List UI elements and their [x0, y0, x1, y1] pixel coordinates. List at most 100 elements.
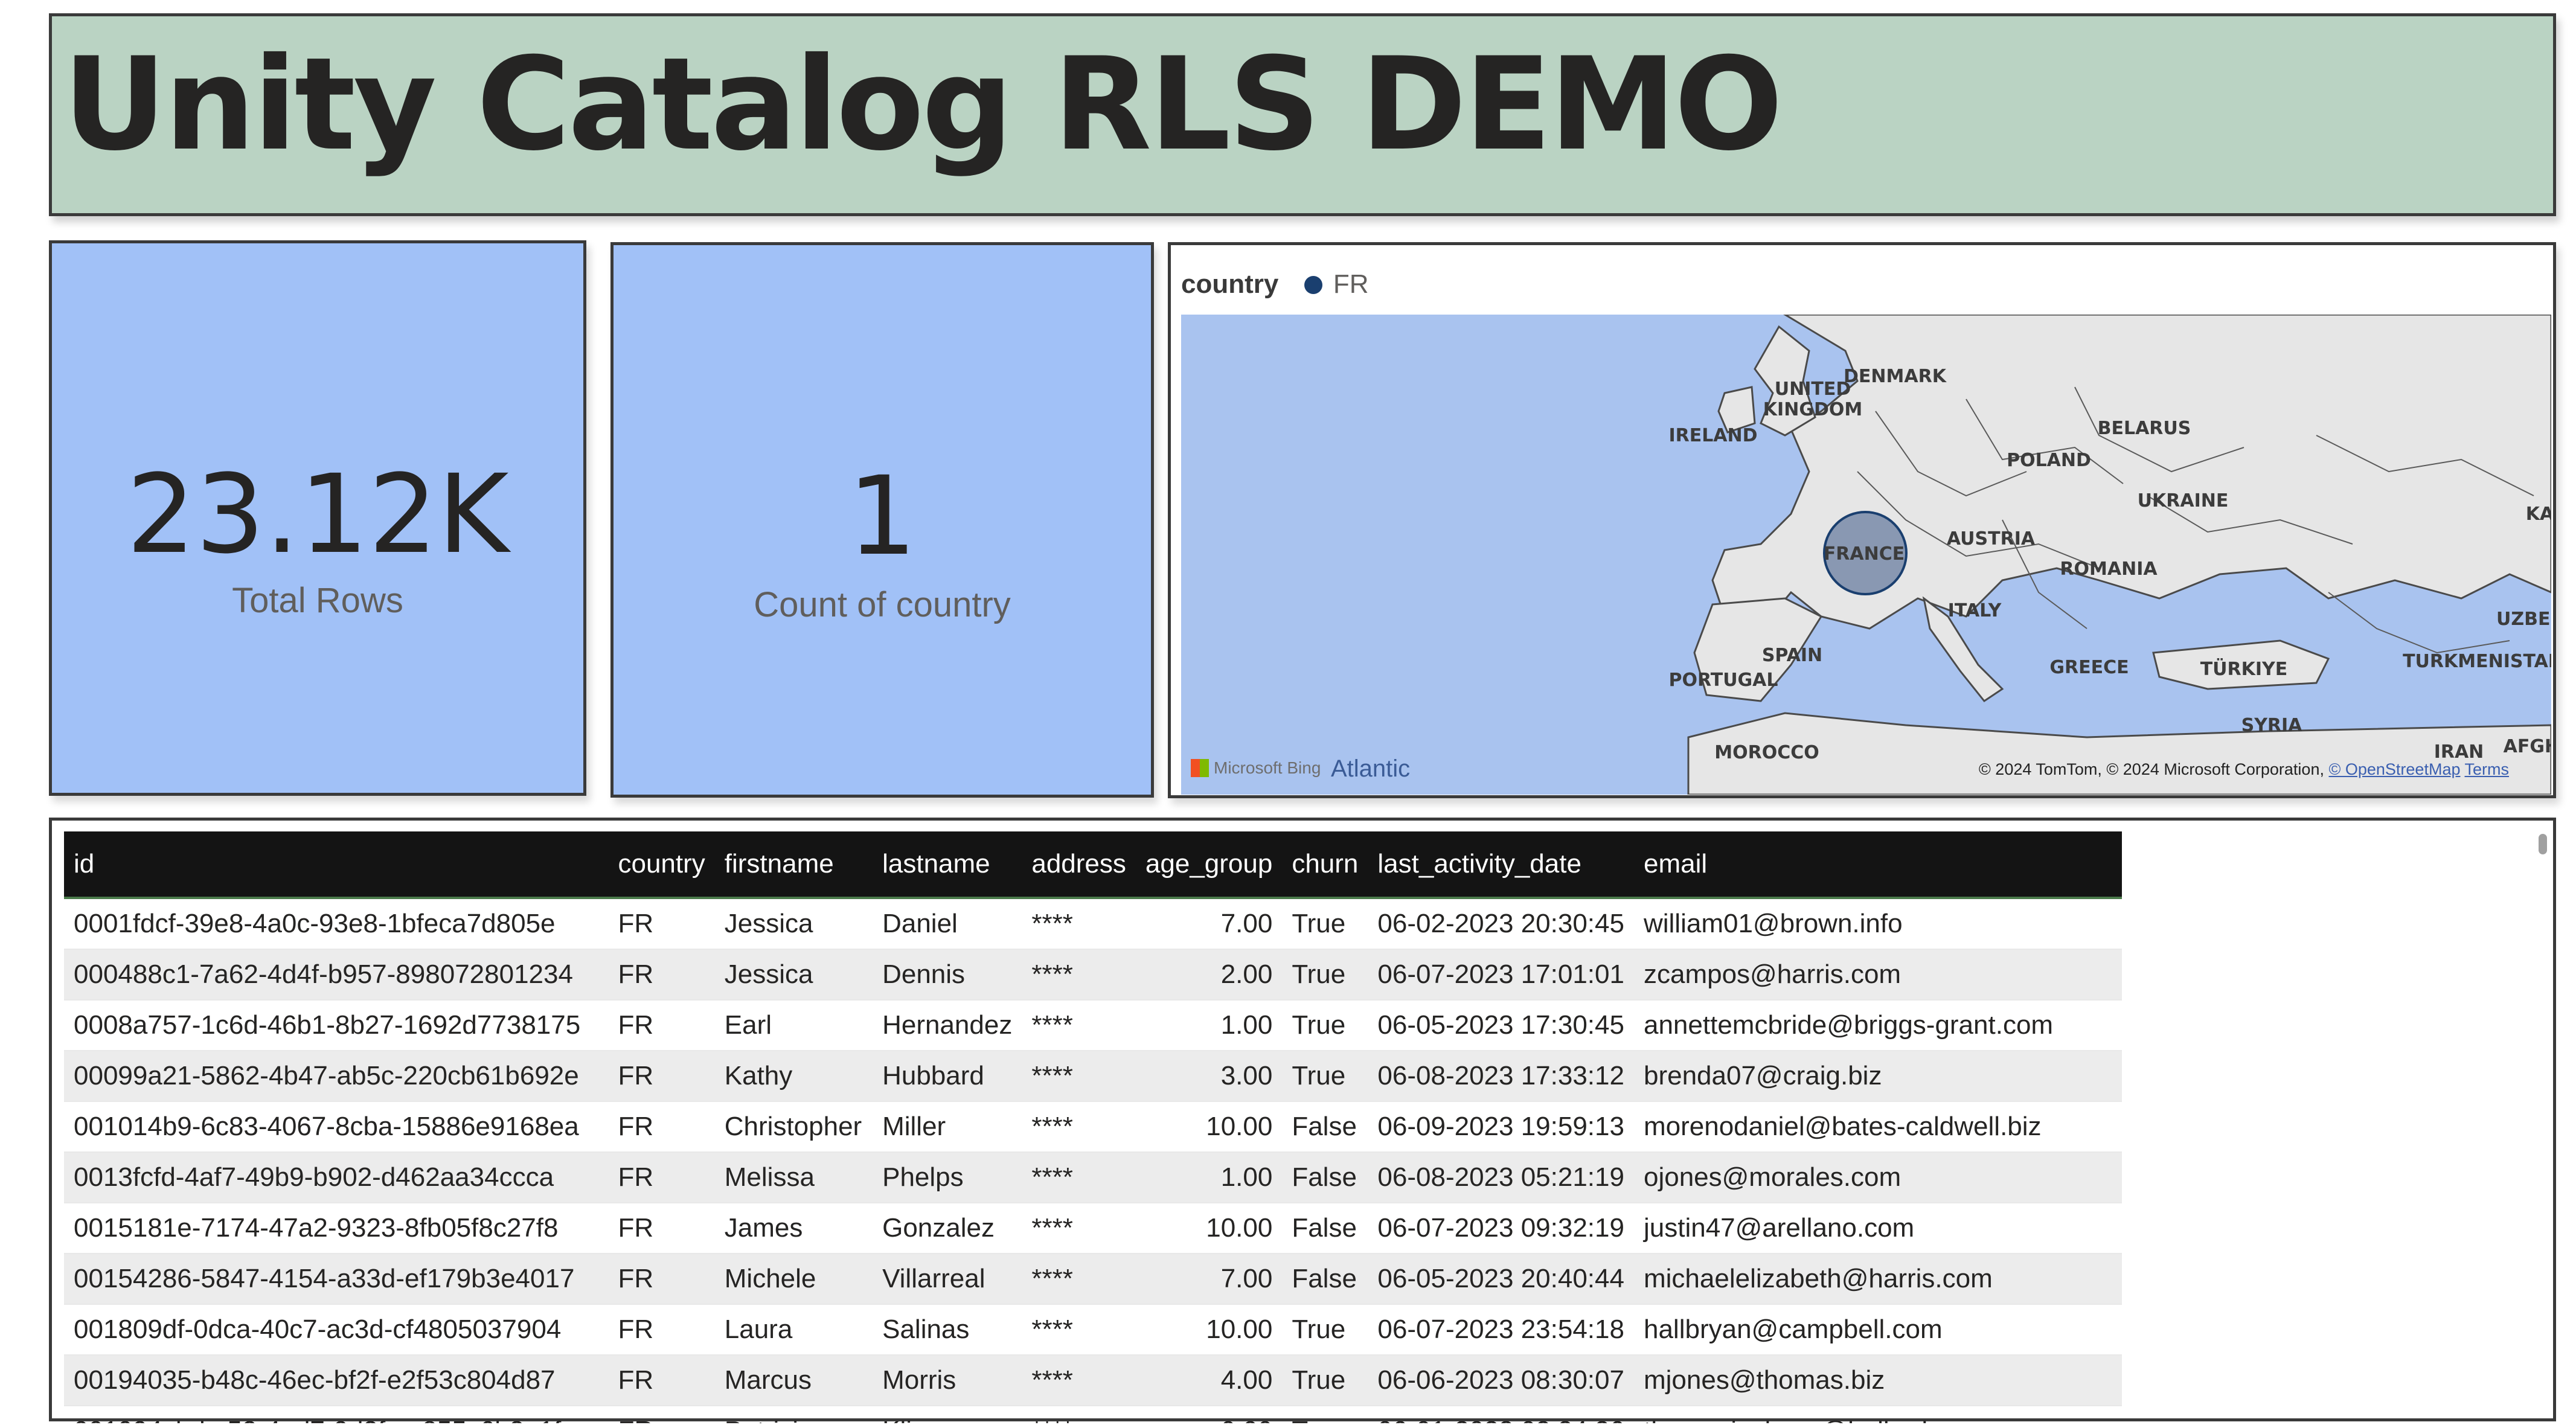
map-legend: country FR [1181, 269, 1368, 299]
table-cell-email: william01@brown.info [1633, 898, 2122, 950]
table-cell-age-group: 3.00 [1135, 1051, 1283, 1102]
table-cell-country: FR [608, 1406, 715, 1423]
table-cell-churn: True [1282, 898, 1368, 950]
table-cell-churn: True [1282, 949, 1368, 1001]
table-cell-email: annettemcbride@briggs-grant.com [1633, 1000, 2122, 1051]
table-cell-lastname: Hubbard [873, 1051, 1022, 1102]
table-row[interactable]: 001809df-0dca-40c7-ac3d-cf4805037904 FR La… [64, 1304, 2122, 1356]
map-svg: FRANCE DENMARK UNITED KINGDOM IRELAND BE… [1668, 315, 2551, 795]
table-cell-age-group: 10.00 [1135, 1203, 1283, 1254]
table-cell-country: FR [608, 1000, 715, 1051]
table-row[interactable]: 000488c1-7a62-4d4f-b957-898072801234 FR Je… [64, 949, 2122, 1001]
table-cell-address: **** [1022, 1152, 1136, 1203]
map-label-greece: GREECE [2049, 657, 2129, 678]
kpi-card-count-of-country[interactable]: 1 Count of country [610, 242, 1154, 798]
table-cell-lastname: Kline [873, 1406, 1022, 1423]
column-header-country[interactable]: country [608, 831, 715, 899]
table-cell-id: 001994cb-bc52-4ad7-9d3f-ec855c6b3a1f [64, 1406, 609, 1423]
header-row: id country firstname lastname address ag… [64, 831, 2122, 899]
table-cell-country: FR [608, 1254, 715, 1305]
attribution-terms-link[interactable]: Terms [2465, 760, 2510, 778]
table-cell-churn: False [1282, 1101, 1368, 1153]
table-row[interactable]: 0001fdcf-39e8-4a0c-93e8-1bfeca7d805e FR Je… [64, 898, 2122, 950]
table-cell-address: **** [1022, 898, 1136, 950]
kpi-label: Total Rows [232, 581, 403, 620]
table-cell-email: michaelelizabeth@harris.com [1633, 1254, 2122, 1305]
table-cell-lastname: Dennis [873, 949, 1022, 1001]
table-cell-id: 0008a757-1c6d-46b1-8b27-1692d7738175 [64, 1000, 609, 1051]
column-header-lastname[interactable]: lastname [873, 831, 1022, 899]
table-cell-firstname: Laura [714, 1304, 873, 1356]
map-canvas[interactable]: FRANCE DENMARK UNITED KINGDOM IRELAND BE… [1181, 315, 2551, 795]
map-label-romania: ROMANIA [2060, 559, 2158, 580]
table-cell-firstname: Christopher [714, 1101, 873, 1153]
table-cell-lastname: Miller [873, 1101, 1022, 1153]
table-cell-address: **** [1022, 1051, 1136, 1102]
table-cell-firstname: Michele [714, 1254, 873, 1305]
table-row[interactable]: 00154286-5847-4154-a33d-ef179b3e4017 FR Mi… [64, 1254, 2122, 1305]
map-label-poland: POLAND [2007, 450, 2091, 471]
column-header-last-activity-date[interactable]: last_activity_date [1368, 831, 1634, 899]
table-cell-id: 00099a21-5862-4b47-ab5c-220cb61b692e [64, 1051, 609, 1102]
column-header-churn[interactable]: churn [1282, 831, 1368, 899]
table-cell-firstname: Jessica [714, 949, 873, 1001]
map-label-turkmenistan: TURKMENISTAN [2403, 651, 2551, 672]
table-cell-id: 0001fdcf-39e8-4a0c-93e8-1bfeca7d805e [64, 898, 609, 950]
table-cell-churn: True [1282, 1406, 1368, 1423]
column-header-age-group[interactable]: age_group [1135, 831, 1283, 899]
map-label-morocco: MOROCCO [1714, 742, 1819, 763]
table-cell-id: 00154286-5847-4154-a33d-ef179b3e4017 [64, 1254, 609, 1305]
table-cell-lastname: Morris [873, 1355, 1022, 1406]
table-cell-lastname: Villarreal [873, 1254, 1022, 1305]
table-cell-email: brenda07@craig.biz [1633, 1051, 2122, 1102]
scrollbar-thumb[interactable] [2539, 834, 2547, 854]
table-body: 0001fdcf-39e8-4a0c-93e8-1bfeca7d805e FR Je… [64, 898, 2122, 1423]
table-cell-last-activity-date: 06-07-2023 09:32:19 [1368, 1203, 1634, 1254]
column-header-address[interactable]: address [1022, 831, 1136, 899]
table-cell-churn: True [1282, 1051, 1368, 1102]
map-visual[interactable]: country FR FRANCE DENMARK UNITED KINGDOM… [1168, 242, 2556, 798]
table-cell-last-activity-date: 06-01-2023 02:34:36 [1368, 1406, 1634, 1423]
legend-item: FR [1333, 269, 1369, 299]
map-label-portugal: PORTUGAL [1668, 670, 1778, 691]
map-label-iran: IRAN [2434, 741, 2484, 763]
table-cell-churn: True [1282, 1355, 1368, 1406]
table-cell-last-activity-date: 06-07-2023 23:54:18 [1368, 1304, 1634, 1356]
table-cell-address: **** [1022, 1254, 1136, 1305]
table-cell-id: 001809df-0dca-40c7-ac3d-cf4805037904 [64, 1304, 609, 1356]
column-header-id[interactable]: id [64, 831, 609, 899]
table-row[interactable]: 001014b9-6c83-4067-8cba-15886e9168ea FR Ch… [64, 1101, 2122, 1153]
table-cell-address: **** [1022, 1304, 1136, 1356]
map-label-austria: AUSTRIA [1947, 528, 2036, 549]
column-header-email[interactable]: email [1633, 831, 2122, 899]
table-row[interactable]: 00099a21-5862-4b47-ab5c-220cb61b692e FR Ka… [64, 1051, 2122, 1102]
column-header-firstname[interactable]: firstname [714, 831, 873, 899]
table-cell-firstname: Melissa [714, 1152, 873, 1203]
table-cell-country: FR [608, 898, 715, 950]
table-cell-churn: False [1282, 1203, 1368, 1254]
table-row[interactable]: 0008a757-1c6d-46b1-8b27-1692d7738175 FR Ea… [64, 1000, 2122, 1051]
table-cell-age-group: 10.00 [1135, 1101, 1283, 1153]
table-cell-address: **** [1022, 1406, 1136, 1423]
table-cell-age-group: 7.00 [1135, 1254, 1283, 1305]
table-cell-churn: False [1282, 1152, 1368, 1203]
table-cell-last-activity-date: 06-07-2023 17:01:01 [1368, 949, 1634, 1001]
table-cell-age-group: 7.00 [1135, 898, 1283, 950]
attribution-osm-link[interactable]: © OpenStreetMap [2328, 760, 2460, 778]
map-label-denmark: DENMARK [1844, 366, 1947, 387]
kpi-card-total-rows[interactable]: 23.12K Total Rows [49, 240, 586, 796]
table-visual[interactable]: id country firstname lastname address ag… [49, 818, 2556, 1423]
table-cell-address: **** [1022, 1203, 1136, 1254]
table-cell-email: justin47@arellano.com [1633, 1203, 2122, 1254]
table-cell-churn: False [1282, 1254, 1368, 1305]
map-label-ireland: IRELAND [1668, 425, 1757, 446]
map-label-uzbekistan: UZBEKI [2496, 609, 2551, 630]
page-title: Unity Catalog RLS DEMO [63, 30, 1783, 179]
table-row[interactable]: 001994cb-bc52-4ad7-9d3f-ec855c6b3a1fFRPa… [64, 1406, 2122, 1423]
table-row[interactable]: 0013fcfd-4af7-49b9-b902-d462aa34ccca FR Me… [64, 1152, 2122, 1203]
table-row[interactable]: 0015181e-7174-47a2-9323-8fb05f8c27f8 FR Ja… [64, 1203, 2122, 1254]
table-row[interactable]: 00194035-b48c-46ec-bf2f-e2f53c804d87 FR Ma… [64, 1355, 2122, 1406]
table-cell-address: **** [1022, 949, 1136, 1001]
title-banner: Unity Catalog RLS DEMO [49, 13, 2556, 216]
table-cell-id: 000488c1-7a62-4d4f-b957-898072801234 [64, 949, 609, 1001]
